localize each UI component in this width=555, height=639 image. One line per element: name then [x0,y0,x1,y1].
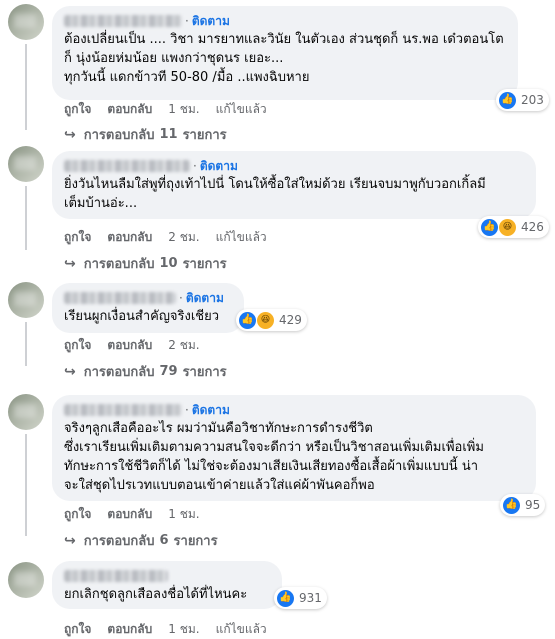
reaction-count: 429 [279,313,302,327]
comment-header [64,567,270,585]
follow-button[interactable]: ติดตาม [200,157,238,176]
follow-button[interactable]: ติดตาม [192,12,230,31]
reaction-summary[interactable]: 👍 😆 429 [236,309,307,331]
comment-bubble: · ติดตาม ต้องเปลี่ยนเป็น .... วิชา มารยา… [52,6,518,100]
thread-line [25,44,27,130]
comment-bubble: · ติดตาม ยิ่งวันไหนลืมใส่พูที่ถุงเท้าไปน… [52,151,536,219]
reply-count: 79 [159,364,178,379]
comment-header: · ติดตาม [64,12,506,30]
comment-actions: ถูกใจ ตอบกลับ 1 ชม. [64,505,216,524]
author-name-blurred[interactable] [64,404,182,416]
reaction-summary[interactable]: 👍 😆 426 [478,216,549,238]
comment-header: · ติดตาม [64,289,232,307]
author-name-blurred[interactable] [64,15,182,27]
reply-count: 11 [159,127,178,142]
comment-actions: ถูกใจ ตอบกลับ 1 ชม. แก้ไขแล้ว [64,620,283,639]
comment-bubble: ยกเลิกชุดลูกเสือลงชื่อได้ที่ไหนคะ [52,561,282,609]
comment-actions: ถูกใจ ตอบกลับ 2 ชม. [64,336,216,355]
view-replies-link[interactable]: ↪ การตอบกลับ 11 รายการ [64,124,227,145]
follow-button[interactable]: ติดตาม [186,289,224,308]
comment-bubble: · ติดตาม จริงๆลูกเสือคืออะไร ผมว่ามันคือ… [52,395,536,501]
thread-line [25,434,27,536]
author-name-blurred[interactable] [64,292,176,304]
reply-button[interactable]: ตอบกลับ [107,505,152,524]
like-button[interactable]: ถูกใจ [64,100,91,119]
comment-bubble: · ติดตาม เรียนผูกเงื่อนสำคัญจริงเชียว [52,283,244,333]
haha-icon: 😆 [499,218,516,236]
reaction-summary[interactable]: 👍 931 [274,587,327,609]
comment-text: ต้องเปลี่ยนเป็น .... วิชา มารยาทและวินัย… [64,32,504,85]
author-name-blurred[interactable] [64,570,168,582]
timestamp[interactable]: 2 ชม. [168,228,199,247]
comment-text: จริงๆลูกเสือคืออะไร ผมว่ามันคือวิชาทักษะ… [64,421,484,493]
comment-text: ยิ่งวันไหนลืมใส่พูที่ถุงเท้าไปนี่ โดนให้… [64,177,486,211]
reaction-count: 931 [299,591,322,605]
reaction-count: 203 [521,93,544,107]
timestamp[interactable]: 1 ชม. [168,100,199,119]
view-replies-link[interactable]: ↪ การตอบกลับ 6 รายการ [64,530,218,551]
reaction-count: 95 [525,498,541,512]
like-icon: 👍 [499,91,516,109]
like-button[interactable]: ถูกใจ [64,336,91,355]
avatar[interactable] [8,146,44,182]
reply-button[interactable]: ตอบกลับ [107,100,152,119]
timestamp[interactable]: 1 ชม. [168,505,199,524]
reply-count: 10 [159,256,178,271]
timestamp[interactable]: 2 ชม. [168,336,199,355]
like-icon: 👍 [277,589,294,607]
avatar[interactable] [8,282,44,318]
reply-button[interactable]: ตอบกลับ [107,620,152,639]
edited-label: แก้ไขแล้ว [215,102,267,116]
follow-button[interactable]: ติดตาม [192,401,230,420]
avatar[interactable] [8,562,44,598]
reaction-count: 426 [521,220,544,234]
author-name-blurred[interactable] [64,160,190,172]
edited-label: แก้ไขแล้ว [215,622,267,636]
reply-button[interactable]: ตอบกลับ [107,336,152,355]
thread-line [25,186,27,250]
like-icon: 👍 [239,311,256,329]
reply-arrow-icon: ↪ [64,532,76,549]
like-button[interactable]: ถูกใจ [64,505,91,524]
comment-header: · ติดตาม [64,157,524,175]
like-icon: 👍 [481,218,498,236]
reply-count: 6 [159,533,169,548]
like-button[interactable]: ถูกใจ [64,228,91,247]
timestamp[interactable]: 1 ชม. [168,620,199,639]
reply-button[interactable]: ตอบกลับ [107,228,152,247]
haha-icon: 😆 [257,311,274,329]
comment-text: ยกเลิกชุดลูกเสือลงชื่อได้ที่ไหนคะ [64,587,248,602]
avatar[interactable] [8,4,44,40]
avatar[interactable] [8,394,44,430]
comment-actions: ถูกใจ ตอบกลับ 2 ชม. แก้ไขแล้ว [64,228,283,247]
edited-label: แก้ไขแล้ว [215,230,267,244]
view-replies-link[interactable]: ↪ การตอบกลับ 79 รายการ [64,361,227,382]
thread-line [25,322,27,366]
comment-header: · ติดตาม [64,401,524,419]
reply-arrow-icon: ↪ [64,255,76,272]
reply-arrow-icon: ↪ [64,126,76,143]
reaction-summary[interactable]: 👍 203 [496,89,549,111]
like-icon: 👍 [503,496,520,514]
view-replies-link[interactable]: ↪ การตอบกลับ 10 รายการ [64,253,227,274]
like-button[interactable]: ถูกใจ [64,620,91,639]
comment-text: เรียนผูกเงื่อนสำคัญจริงเชียว [64,309,220,324]
reply-arrow-icon: ↪ [64,363,76,380]
comment-actions: ถูกใจ ตอบกลับ 1 ชม. แก้ไขแล้ว [64,100,283,119]
reaction-summary[interactable]: 👍 95 [500,494,546,516]
